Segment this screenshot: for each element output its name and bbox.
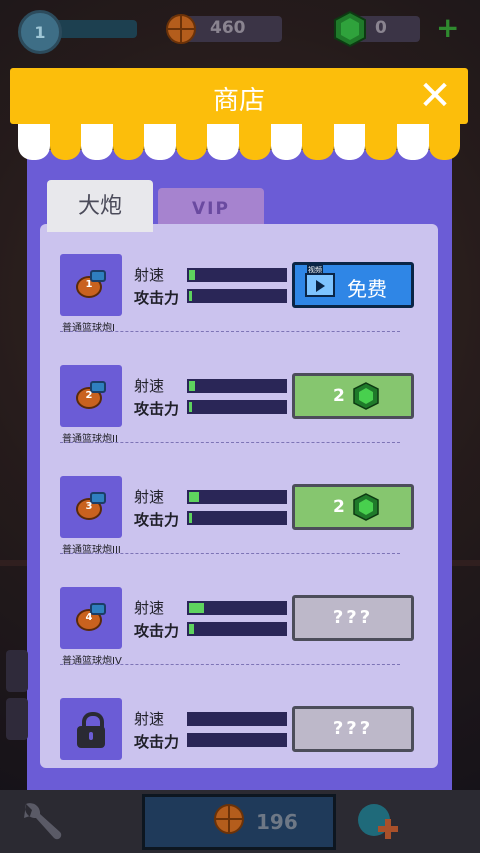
power-bar-fill	[189, 513, 192, 523]
item-thumbnail: 3	[60, 476, 122, 538]
free-label: 免费	[347, 277, 387, 301]
video-icon	[305, 273, 335, 297]
locked-label: ???	[332, 718, 374, 739]
buy-gem-button[interactable]: 2	[292, 373, 414, 419]
shop-item-row: 射速 攻击力 ???	[40, 670, 438, 780]
shop-item-row: 3 射速 攻击力 2 普通篮球炮III	[40, 448, 438, 558]
item-thumbnail	[60, 698, 122, 760]
speed-label: 射速	[134, 710, 165, 728]
cannon-number: 2	[85, 390, 93, 401]
coin-value: 460	[210, 18, 246, 38]
cannon-icon: 1	[76, 270, 106, 298]
power-label: 攻击力	[134, 400, 180, 418]
gem-price: 2	[333, 386, 345, 406]
item-list: 1 射速 攻击力 视频 免费 普通篮球炮I 2 射速 攻击力 2 普通篮球炮II…	[40, 224, 438, 768]
power-bar	[187, 511, 287, 525]
gem-price: 2	[333, 497, 345, 517]
speed-bar	[187, 490, 287, 504]
power-label: 攻击力	[134, 289, 180, 307]
basketball-icon	[214, 804, 244, 834]
shop-title: 商店	[212, 86, 265, 116]
gem-icon	[334, 10, 366, 48]
locked-label: ???	[332, 607, 374, 628]
shop-item-row: 2 射速 攻击力 2 普通篮球炮II	[40, 337, 438, 447]
cannon-icon: 4	[76, 603, 106, 631]
power-label: 攻击力	[134, 511, 180, 529]
row-divider	[60, 442, 400, 443]
basketball-icon	[166, 14, 196, 44]
gem-icon	[353, 493, 379, 521]
tab-cannon[interactable]: 大炮	[47, 180, 153, 232]
plus-icon[interactable]: +	[436, 14, 459, 42]
speed-bar-fill	[189, 492, 199, 502]
cannon-number: 3	[85, 501, 93, 512]
level-badge: 1	[18, 10, 62, 54]
item-thumbnail: 2	[60, 365, 122, 427]
gem-value: 0	[375, 18, 387, 38]
speed-label: 射速	[134, 599, 165, 617]
item-thumbnail: 1	[60, 254, 122, 316]
close-icon[interactable]: ✕	[416, 76, 454, 116]
level-progress-bar	[52, 20, 137, 38]
cannon-number: 1	[85, 279, 93, 290]
cannon-icon: 2	[76, 381, 106, 409]
locked-button[interactable]: ???	[292, 706, 414, 752]
top-hud: 1 460 0 +	[0, 0, 480, 62]
buy-gem-button[interactable]: 2	[292, 484, 414, 530]
power-bar	[187, 400, 287, 414]
power-bar-fill	[189, 291, 192, 301]
power-bar	[187, 622, 287, 636]
power-label: 攻击力	[134, 733, 180, 751]
speed-bar-fill	[189, 270, 195, 280]
power-bar-fill	[189, 624, 194, 634]
shop-header: 商店 ✕	[10, 68, 468, 124]
video-tag: 视频	[307, 265, 323, 275]
side-button-auto[interactable]	[6, 698, 28, 740]
power-bar	[187, 733, 287, 747]
speed-bar	[187, 268, 287, 282]
side-button-attack[interactable]	[6, 650, 28, 692]
speed-bar	[187, 712, 287, 726]
shop-item-row: 4 射速 攻击力 ??? 普通篮球炮IV	[40, 559, 438, 669]
row-divider	[60, 331, 400, 332]
power-label: 攻击力	[134, 622, 180, 640]
speed-label: 射速	[134, 266, 165, 284]
free-video-button[interactable]: 视频 免费	[292, 262, 414, 308]
power-bar	[187, 289, 287, 303]
speed-label: 射速	[134, 377, 165, 395]
wrench-icon[interactable]	[14, 798, 64, 846]
bottom-count: 196	[256, 810, 298, 834]
row-divider	[60, 553, 400, 554]
power-bar-fill	[189, 402, 192, 412]
awning-decoration	[18, 124, 461, 162]
speed-bar	[187, 379, 287, 393]
level-value: 1	[34, 22, 46, 42]
cannon-icon: 3	[76, 492, 106, 520]
speed-bar	[187, 601, 287, 615]
item-thumbnail: 4	[60, 587, 122, 649]
lock-icon	[77, 712, 105, 748]
row-divider	[60, 664, 400, 665]
add-gem-icon[interactable]	[352, 800, 400, 846]
speed-label: 射速	[134, 488, 165, 506]
cannon-number: 4	[85, 612, 93, 623]
speed-bar-fill	[189, 603, 205, 613]
shop-item-row: 1 射速 攻击力 视频 免费 普通篮球炮I	[40, 226, 438, 336]
gem-icon	[353, 382, 379, 410]
locked-button[interactable]: ???	[292, 595, 414, 641]
speed-bar-fill	[189, 381, 195, 391]
